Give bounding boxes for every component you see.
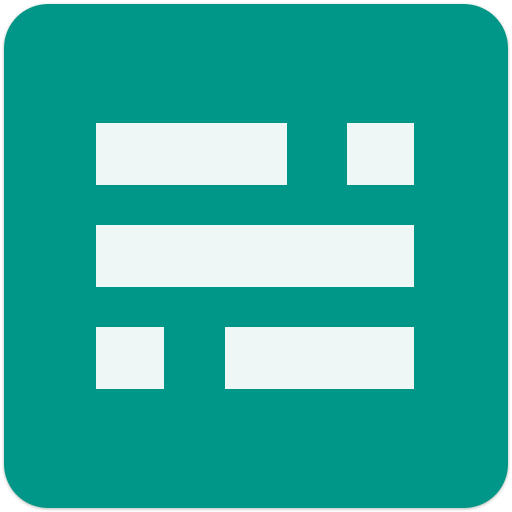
row3-short-bar (96, 327, 164, 389)
row3-long-bar (225, 327, 414, 389)
row1-long-bar (96, 123, 287, 185)
row2-full-bar (96, 225, 414, 287)
row1-short-bar (347, 123, 414, 185)
app-icon[interactable] (4, 4, 508, 508)
